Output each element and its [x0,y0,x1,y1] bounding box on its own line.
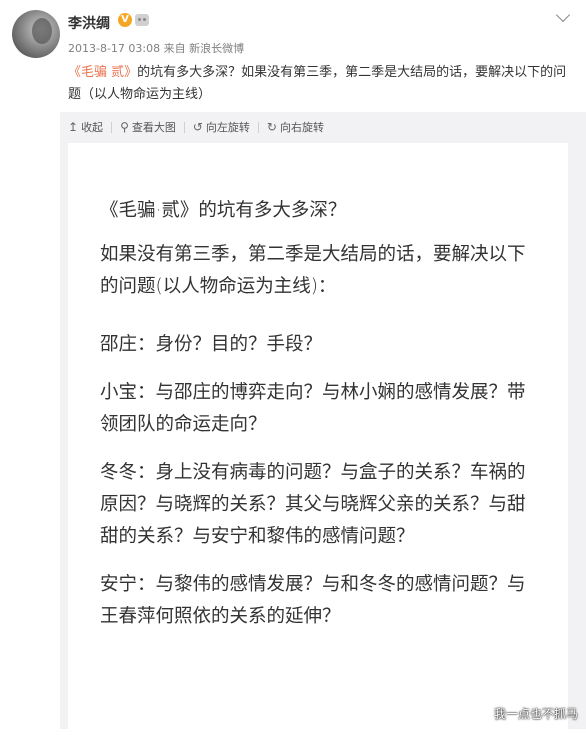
post-text-body: 的坑有多大多深？如果没有第三季，第二季是大结局的话，要解决以下的问题（以人物命运… [68,65,567,102]
image-toolbar: ↥ 收起 ⚲ 查看大图 ↺ 向左旋转 ↻ 向右旋转 [68,117,324,137]
view-large-label: 查看大图 [131,121,176,134]
collapse-button[interactable]: ↥ 收起 [68,119,103,135]
username[interactable]: 李洪绸 [68,13,110,33]
toolbar-divider [183,121,185,133]
zoom-icon: ⚲ [120,120,129,134]
rotate-right-button[interactable]: ↻ 向右旋转 [267,119,324,135]
toolbar-divider [257,121,259,133]
image-paragraph: 如果没有第三季，第二季是大结局的话，要解决以下的问题(以人物命运为主线)： [100,244,526,297]
robot-icon [135,14,149,26]
post-text: 《毛骗 贰》的坑有多大多深？如果没有第三季，第二季是大结局的话，要解决以下的问题… [68,62,574,106]
image-paragraph: 安宁：与黎伟的感情发展？与和冬冬的感情问题？与王春萍何照依的关系的延伸？ [100,574,526,627]
post-image[interactable]: 《毛骗·贰》的坑有多大多深？ 如果没有第三季，第二季是大结局的话，要解决以下的问… [68,143,568,743]
chevron-down-icon[interactable] [555,7,571,23]
verified-badge-icon: V [118,13,132,27]
toolbar-divider [111,121,113,133]
rotate-right-label: 向右旋转 [279,121,324,134]
rotate-left-button[interactable]: ↺ 向左旋转 [193,119,250,135]
rotate-left-icon: ↺ [192,120,203,134]
rotate-left-label: 向左旋转 [205,121,250,134]
image-paragraph: 《毛骗·贰》的坑有多大多深？ [100,200,347,221]
image-paragraph: 冬冬：身上没有病毒的问题？与盒子的关系？车祸的原因？与晓辉的关系？其父与晓辉父亲… [100,462,526,547]
avatar[interactable] [12,10,60,58]
image-text: 《毛骗·贰》的坑有多大多深？ 如果没有第三季，第二季是大结局的话，要解决以下的问… [100,195,540,633]
post-topic-link[interactable]: 《毛骗 贰》 [68,65,137,80]
watermark: 我一点也不抓马 [493,707,578,721]
collapse-icon: ↥ [68,120,79,134]
post-meta: 2013-8-17 03:08 来自 新浪长微博 [68,42,245,55]
view-large-button[interactable]: ⚲ 查看大图 [120,119,176,135]
rotate-right-icon: ↻ [266,120,277,134]
collapse-label: 收起 [81,121,104,134]
image-paragraph: 邵庄：身份？目的？手段？ [100,334,323,355]
image-paragraph: 小宝：与邵庄的博弈走向？与林小娴的感情发展？带领团队的命运走向？ [100,382,526,435]
